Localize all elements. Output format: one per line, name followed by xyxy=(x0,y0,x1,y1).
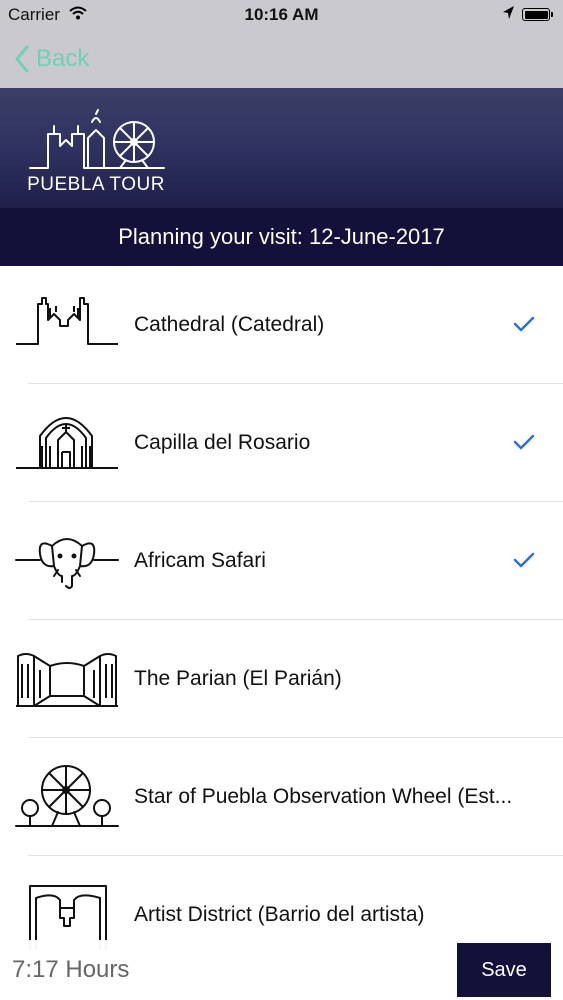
elephant-icon xyxy=(15,538,119,589)
ferris-wheel-icon xyxy=(15,765,119,827)
puebla-tour-logo: PUEBLA TOUR xyxy=(26,104,166,196)
logo-text: PUEBLA TOUR xyxy=(27,174,165,195)
place-name: Cathedral (Catedral) xyxy=(134,313,325,336)
header-banner: PUEBLA TOUR xyxy=(0,88,563,208)
back-label: Back xyxy=(36,45,90,72)
bottom-bar: 7:17 Hours Save xyxy=(0,940,563,1000)
location-arrow-icon xyxy=(500,3,516,28)
list-item[interactable]: Star of Puebla Observation Wheel (Est... xyxy=(0,738,563,856)
back-button[interactable]: Back xyxy=(14,42,89,76)
list-item[interactable]: Cathedral (Catedral) xyxy=(0,266,563,384)
list-item[interactable]: The Parian (El Parián) xyxy=(0,620,563,738)
status-time: 10:16 AM xyxy=(244,5,319,24)
save-button[interactable]: Save xyxy=(457,943,551,997)
place-name: The Parian (El Parián) xyxy=(134,667,342,690)
market-icon xyxy=(16,653,118,707)
place-name: Star of Puebla Observation Wheel (Est... xyxy=(134,785,513,808)
planning-date-banner: Planning your visit: 12-June-2017 xyxy=(0,208,563,266)
battery-icon xyxy=(522,8,553,21)
status-bar: Carrier 10:16 AM xyxy=(0,0,563,30)
place-name: Capilla del Rosario xyxy=(134,431,311,454)
total-hours: 7:17 Hours xyxy=(12,956,130,983)
place-name: Africam Safari xyxy=(134,549,266,572)
list-item[interactable]: Capilla del Rosario xyxy=(0,384,563,502)
list-item[interactable]: Africam Safari xyxy=(0,502,563,620)
checkmark-icon xyxy=(513,552,535,568)
cathedral-icon xyxy=(16,297,118,345)
checkmark-icon xyxy=(513,316,535,332)
places-list: Cathedral (Catedral) Capilla del Rosario xyxy=(0,266,563,974)
navigation-bar: Back xyxy=(0,30,563,88)
chevron-left-icon xyxy=(15,45,29,73)
chapel-icon xyxy=(16,417,118,469)
checkmark-icon xyxy=(513,434,535,450)
